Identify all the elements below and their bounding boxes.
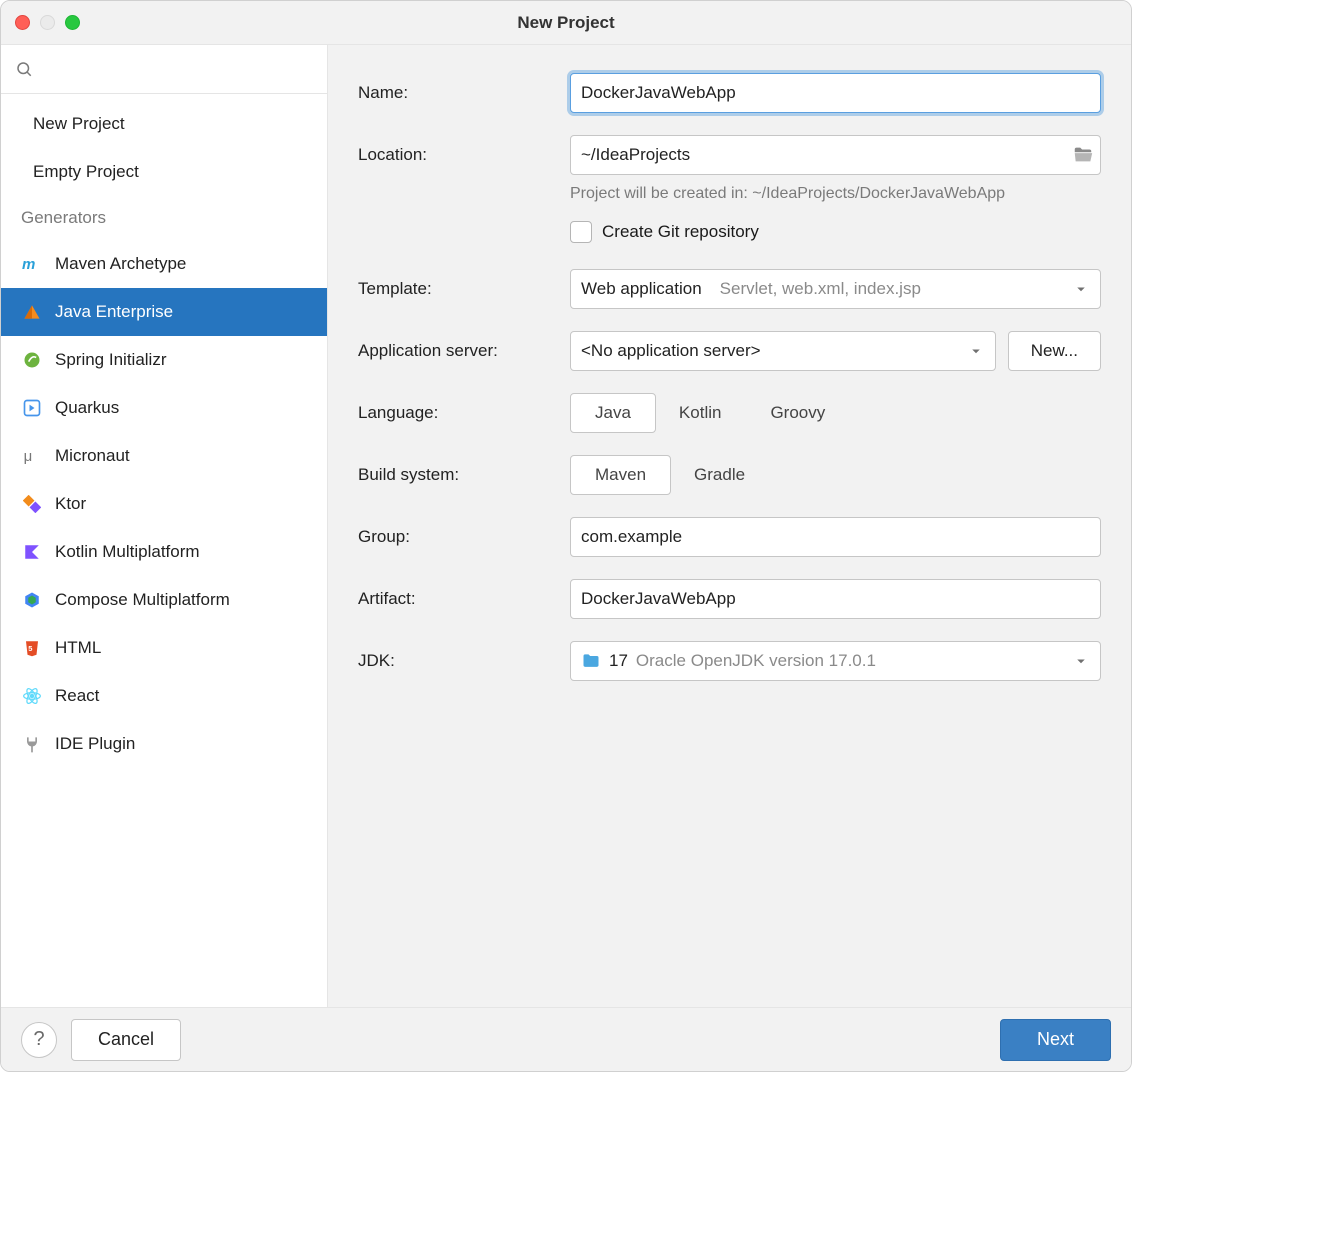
sidebar-item-kotlin-multiplatform[interactable]: Kotlin Multiplatform (1, 528, 327, 576)
plugin-icon (21, 733, 43, 755)
template-hint: Servlet, web.xml, index.jsp (720, 279, 1072, 299)
sidebar-item-java-enterprise[interactable]: Java Enterprise (1, 288, 327, 336)
artifact-label: Artifact: (358, 589, 570, 609)
sidebar-item-empty-project[interactable]: Empty Project (1, 148, 327, 196)
dialog-body: New Project Empty Project Generators m M… (1, 45, 1131, 1007)
location-label: Location: (358, 145, 570, 165)
sidebar-item-label: Ktor (55, 494, 86, 514)
jdk-version: 17 (609, 651, 628, 671)
chevron-down-icon (1072, 280, 1090, 298)
template-value: Web application (581, 279, 702, 299)
git-checkbox-row[interactable]: Create Git repository (570, 221, 1101, 243)
sidebar-item-label: Quarkus (55, 398, 119, 418)
svg-text:m: m (22, 256, 35, 273)
sidebar-item-compose-multiplatform[interactable]: Compose Multiplatform (1, 576, 327, 624)
sidebar-item-label: HTML (55, 638, 101, 658)
sidebar-item-ktor[interactable]: Ktor (1, 480, 327, 528)
location-field-wrap (570, 135, 1101, 175)
language-option-kotlin[interactable]: Kotlin (655, 393, 747, 433)
git-checkbox[interactable] (570, 221, 592, 243)
sidebar-item-label: Empty Project (33, 162, 139, 182)
sidebar-item-label: Maven Archetype (55, 254, 186, 274)
cancel-button[interactable]: Cancel (71, 1019, 181, 1061)
window-title: New Project (1, 13, 1131, 33)
group-input[interactable] (570, 517, 1101, 557)
compose-icon (21, 589, 43, 611)
search-icon (15, 60, 33, 78)
sidebar-item-new-project[interactable]: New Project (1, 100, 327, 148)
build-option-gradle[interactable]: Gradle (670, 455, 770, 495)
build-label: Build system: (358, 465, 570, 485)
sidebar-item-label: New Project (33, 114, 125, 134)
name-input[interactable] (570, 73, 1101, 113)
chevron-down-icon (1072, 652, 1090, 670)
sidebar-item-html[interactable]: 5 HTML (1, 624, 327, 672)
help-button[interactable]: ? (21, 1022, 57, 1058)
group-label: Group: (358, 527, 570, 547)
java-ee-icon (21, 301, 43, 323)
language-label: Language: (358, 403, 570, 423)
sidebar-item-label: Micronaut (55, 446, 130, 466)
svg-text:μ: μ (24, 448, 33, 465)
language-option-groovy[interactable]: Groovy (746, 393, 850, 433)
titlebar: New Project (1, 1, 1131, 45)
appserver-label: Application server: (358, 341, 570, 361)
sidebar-item-maven-archetype[interactable]: m Maven Archetype (1, 240, 327, 288)
ktor-icon (21, 493, 43, 515)
appserver-value: <No application server> (581, 341, 967, 361)
artifact-input[interactable] (570, 579, 1101, 619)
template-label: Template: (358, 279, 570, 299)
next-button[interactable]: Next (1000, 1019, 1111, 1061)
build-option-maven[interactable]: Maven (570, 455, 671, 495)
quarkus-icon (21, 397, 43, 419)
jdk-folder-icon (581, 651, 601, 671)
sidebar-item-spring-initializr[interactable]: Spring Initializr (1, 336, 327, 384)
search-row (1, 45, 327, 94)
bottom-bar: ? Cancel Next (1, 1007, 1131, 1071)
sidebar: New Project Empty Project Generators m M… (1, 45, 328, 1007)
maven-icon: m (21, 253, 43, 275)
sidebar-item-ide-plugin[interactable]: IDE Plugin (1, 720, 327, 768)
jdk-label: JDK: (358, 651, 570, 671)
browse-folder-button[interactable] (1066, 136, 1100, 174)
sidebar-list: New Project Empty Project Generators m M… (1, 94, 327, 768)
react-icon (21, 685, 43, 707)
sidebar-item-react[interactable]: React (1, 672, 327, 720)
sidebar-item-label: Kotlin Multiplatform (55, 542, 200, 562)
jdk-select[interactable]: 17 Oracle OpenJDK version 17.0.1 (570, 641, 1101, 681)
micronaut-icon: μ (21, 445, 43, 467)
sidebar-item-quarkus[interactable]: Quarkus (1, 384, 327, 432)
new-project-window: New Project New Project Empty Project (0, 0, 1132, 1072)
sidebar-item-label: Spring Initializr (55, 350, 167, 370)
language-option-java[interactable]: Java (570, 393, 656, 433)
html5-icon: 5 (21, 637, 43, 659)
git-checkbox-label: Create Git repository (602, 222, 759, 242)
appserver-select[interactable]: <No application server> (570, 331, 996, 371)
kotlin-icon (21, 541, 43, 563)
new-appserver-button[interactable]: New... (1008, 331, 1101, 371)
spring-icon (21, 349, 43, 371)
search-input[interactable] (39, 55, 315, 83)
sidebar-item-micronaut[interactable]: μ Micronaut (1, 432, 327, 480)
name-label: Name: (358, 83, 570, 103)
location-hint: Project will be created in: ~/IdeaProjec… (570, 185, 1101, 203)
sidebar-item-label: Compose Multiplatform (55, 590, 230, 610)
jdk-description: Oracle OpenJDK version 17.0.1 (636, 651, 1064, 671)
chevron-down-icon (967, 342, 985, 360)
template-select[interactable]: Web application Servlet, web.xml, index.… (570, 269, 1101, 309)
svg-text:5: 5 (28, 644, 32, 653)
location-input[interactable] (571, 136, 1066, 174)
sidebar-item-label: React (55, 686, 99, 706)
main-panel: Name: Location: Project will be created … (328, 45, 1131, 1007)
sidebar-item-label: Java Enterprise (55, 302, 173, 322)
sidebar-section-generators: Generators (1, 196, 327, 240)
sidebar-item-label: IDE Plugin (55, 734, 135, 754)
